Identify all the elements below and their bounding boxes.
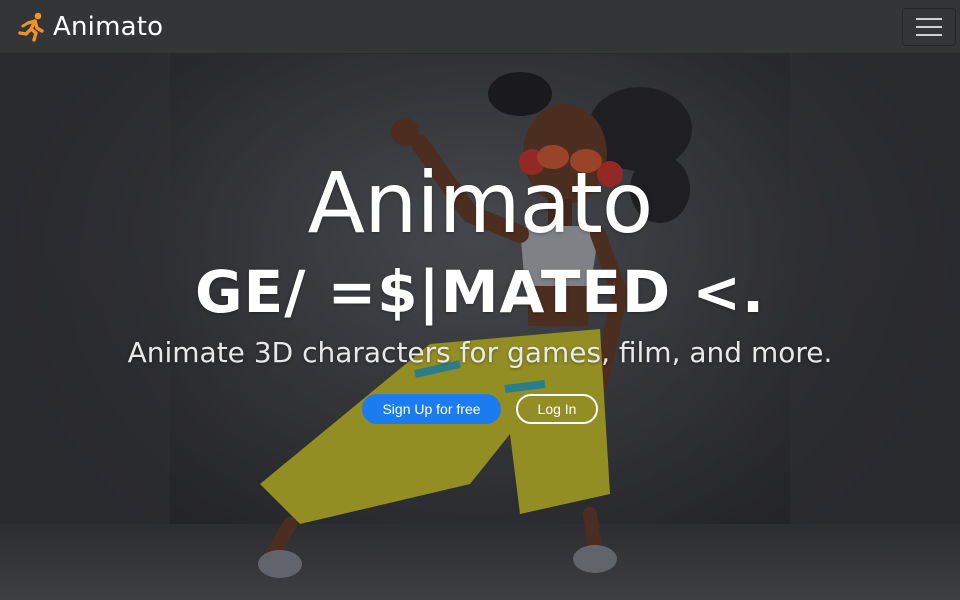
hamburger-menu-button[interactable] (902, 8, 956, 46)
hamburger-menu-icon (916, 18, 942, 20)
signup-button[interactable]: Sign Up for free (362, 394, 501, 424)
hero-subtitle: Animate 3D characters for games, film, a… (127, 336, 833, 369)
hero-content: Animato GE/ =$|MATED <. Animate 3D chara… (0, 54, 960, 600)
login-button[interactable]: Log In (516, 394, 598, 424)
running-figure-icon (18, 12, 44, 42)
animated-glitch-text: GE/ =$|MATED <. (195, 258, 765, 326)
brand-link[interactable]: Animato (16, 11, 163, 43)
cta-buttons: Sign Up for free Log In (0, 394, 960, 424)
hero-title: Animato (307, 154, 654, 252)
hero-section: Animato GE/ =$|MATED <. Animate 3D chara… (0, 54, 960, 600)
navbar: Animato (0, 0, 960, 54)
brand-name: Animato (53, 11, 164, 42)
